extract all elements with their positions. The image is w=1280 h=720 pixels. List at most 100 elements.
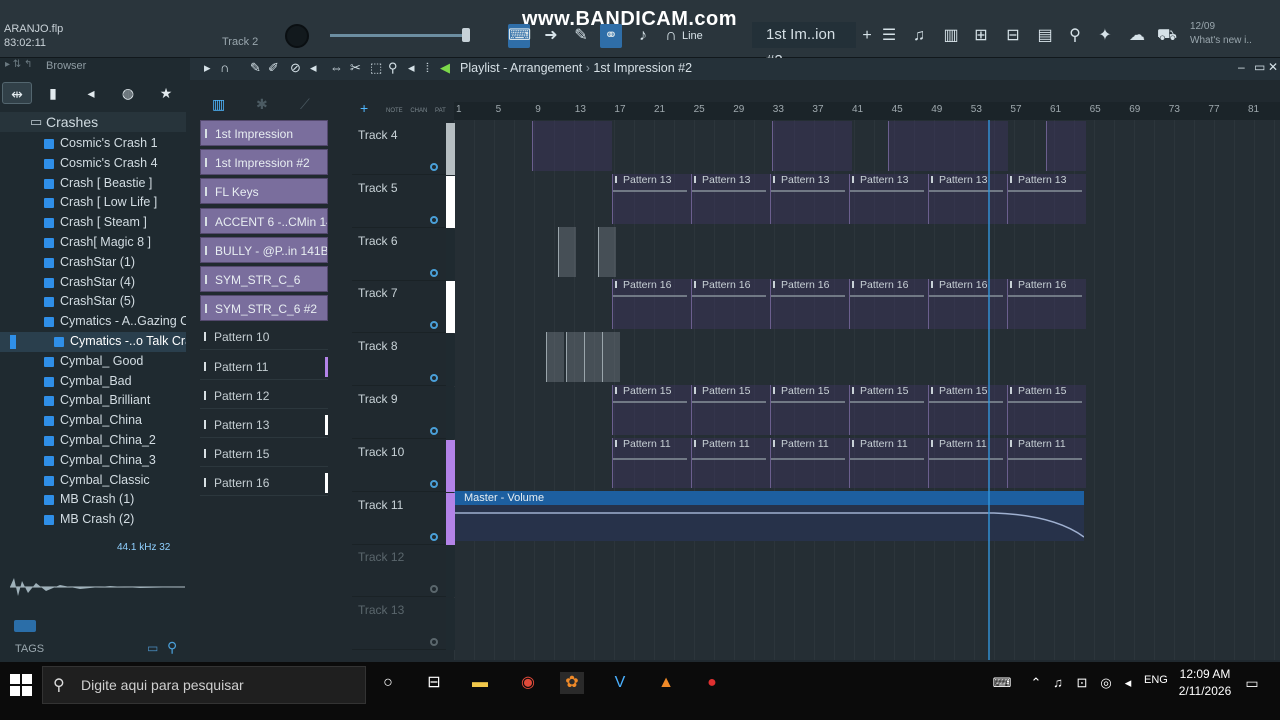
picker-item[interactable]: Pattern 16 [200,470,328,497]
playback-tool-icon[interactable]: ◂ [408,60,415,76]
microphone-icon[interactable]: ♫ [1046,672,1070,694]
browser-file-item[interactable]: CrashStar (5) [0,292,186,312]
minimize-icon[interactable]: – [1238,60,1245,74]
bandicam-record-icon[interactable]: ● [700,672,724,694]
track-header[interactable]: Track 4 [352,123,455,175]
browser-file-item[interactable]: Cosmic's Crash 4 [0,154,186,174]
typing-keyboard-icon[interactable]: ⌨ [508,24,531,48]
playlist-menu-icon[interactable]: ▸ [204,60,211,76]
notifications-icon[interactable]: ▭ [1240,672,1264,694]
browser-folder-crashes[interactable]: ▭ Crashes [0,112,186,132]
track-enable-icon[interactable] [430,532,438,541]
add-track-icon[interactable]: + [360,100,368,116]
browser-file-item[interactable]: MB Crash (1) [0,490,186,510]
browser-file-item[interactable]: Cosmic's Crash 1 [0,134,186,154]
picker-item[interactable]: 1st Impression #2 [200,149,328,176]
add-pattern-icon[interactable]: + [856,24,878,48]
paint-tool-icon[interactable]: ✐ [268,60,279,76]
monitor-toggle-icon[interactable] [14,620,36,632]
chrome-icon[interactable]: ◉ [516,672,540,694]
browser-file-item[interactable]: Cymbal_Brilliant [0,391,186,411]
file-icon[interactable]: ▤ [1034,24,1056,48]
picker-item[interactable]: Pattern 13 [200,412,328,438]
browser-file-item[interactable]: Cymatics - A..Gazing Crash [0,312,186,332]
picker-item[interactable]: FL Keys [200,178,328,205]
track-enable-icon[interactable] [430,479,438,488]
track-header[interactable]: Track 13 [352,598,455,651]
task-view-icon[interactable]: ⊟ [422,672,446,694]
arrow-right-icon[interactable]: ➜ [540,24,562,48]
picker-item[interactable]: BULLY - @P..in 141BPM [200,236,328,263]
maximize-icon[interactable]: ▭ [1254,60,1265,74]
browser-file-item[interactable]: Crash[ Magic 8 ] [0,233,186,253]
zoom-tool-icon[interactable]: ⚲ [388,60,398,76]
vegas-icon[interactable]: V [608,672,632,694]
slip-tool-icon[interactable]: ⇔ [330,60,343,75]
picker-automation-icon[interactable]: ⟋ [300,96,310,113]
link-icon[interactable]: ⚭ [600,24,622,48]
channel-rack-icon[interactable]: ▥ [940,24,962,48]
master-pitch-knob[interactable] [285,24,309,48]
close-icon[interactable]: ✕ [1268,60,1278,74]
picker-keyboard-icon[interactable]: ▥ [212,96,225,113]
cortana-icon[interactable]: ○ [376,672,400,694]
cart-icon[interactable]: ⛟ [1156,24,1178,48]
file-explorer-icon[interactable]: ▬ [468,672,492,694]
track-header[interactable]: Track 9 [352,387,455,439]
track-header[interactable]: Track 10 [352,439,455,492]
browser-options-icon[interactable]: ▸ ⇅ ↰ [5,59,32,70]
browser-file-item[interactable]: Crash [ Beastie ] [0,174,186,194]
picker-item[interactable]: Pattern 15 [200,441,328,468]
picker-item[interactable]: Pattern 12 [200,383,328,409]
current-project-icon[interactable]: ▮ [38,82,68,104]
globe-icon[interactable]: ◎ [1094,672,1118,694]
timeline-ruler[interactable]: 1 5 9 13 17 21 25 29 33 37 41 45 49 53 57 61 65 69 73 77 81 [454,102,1280,120]
taskbar-search-box[interactable]: ⚲ Digite aqui para pesquisar [42,666,366,704]
network-icon[interactable]: ⊡ [1070,672,1094,694]
plugin-icon[interactable]: ⚲ [1064,24,1086,48]
magnet-snap-icon[interactable]: ∩ [220,60,229,75]
metronome-icon[interactable]: ♪ [632,24,654,48]
track-enable-icon[interactable] [430,163,438,171]
language-indicator[interactable]: ENG [1144,674,1168,686]
folder-open-icon[interactable]: ▭ [147,641,158,655]
brush-icon[interactable]: ✎ [570,24,592,48]
browser-file-item[interactable]: MB Crash (2) [0,510,186,530]
tools-icon[interactable]: ✦ [1094,24,1116,48]
magnet-icon[interactable]: ∩ [660,24,682,48]
track-header[interactable]: Track 5 [352,175,455,228]
mixer-icon[interactable]: ⊞ [970,24,992,48]
browser-file-item[interactable]: Cymatics -..o Talk Crash [0,331,186,352]
master-volume-handle[interactable] [462,28,470,42]
browser-file-item[interactable]: Cymbal_Bad [0,372,186,392]
waveform-tool-icon[interactable]: ⦙ [426,60,429,76]
mute-tool-icon[interactable]: ◂ [310,60,317,76]
draw-tool-icon[interactable]: ✎ [250,60,261,76]
speaker-icon[interactable]: ◂ [76,82,106,104]
track-enable-icon[interactable] [430,427,438,435]
playlist-icon[interactable]: ☰ [878,24,900,48]
fl-studio-taskbar-icon[interactable]: ✿ [560,672,584,694]
browser-file-item[interactable]: Crash [ Steam ] [0,213,186,233]
track-header[interactable]: Track 8 [352,334,455,387]
track-enable-icon[interactable] [430,215,438,224]
picker-item[interactable]: SYM_STR_C_6 [200,266,328,292]
pattern-selector[interactable]: 1st Im..ion #2 [752,22,856,69]
picker-item[interactable]: ACCENT 6 -..CMin 141BPM [200,207,328,234]
track-header[interactable]: Track 11 [352,492,455,545]
tray-chevron-icon[interactable]: ⌃ [1024,672,1048,694]
track-enable-icon[interactable] [430,585,438,594]
vlc-icon[interactable]: ▲ [654,672,678,694]
all-files-icon[interactable]: ⇹ [2,82,32,104]
system-clock[interactable]: 12:09 AM 2/11/2026 [1170,666,1240,700]
browser-file-item[interactable]: Cymbal_ Good [0,352,186,372]
slice-tool-icon[interactable]: ✂ [350,60,361,76]
browser-icon[interactable]: ⊟ [1002,24,1024,48]
windows-start-icon[interactable] [10,674,32,696]
browser-file-item[interactable]: Cymbal_Classic [0,471,186,491]
picker-item[interactable]: SYM_STR_C_6 #2 [200,295,328,322]
track-enable-icon[interactable] [430,321,438,330]
favorites-star-icon[interactable]: ★ [151,82,181,104]
browser-file-item[interactable]: Cymbal_China_3 [0,451,186,471]
snap-mode-label[interactable]: Line [682,30,703,42]
